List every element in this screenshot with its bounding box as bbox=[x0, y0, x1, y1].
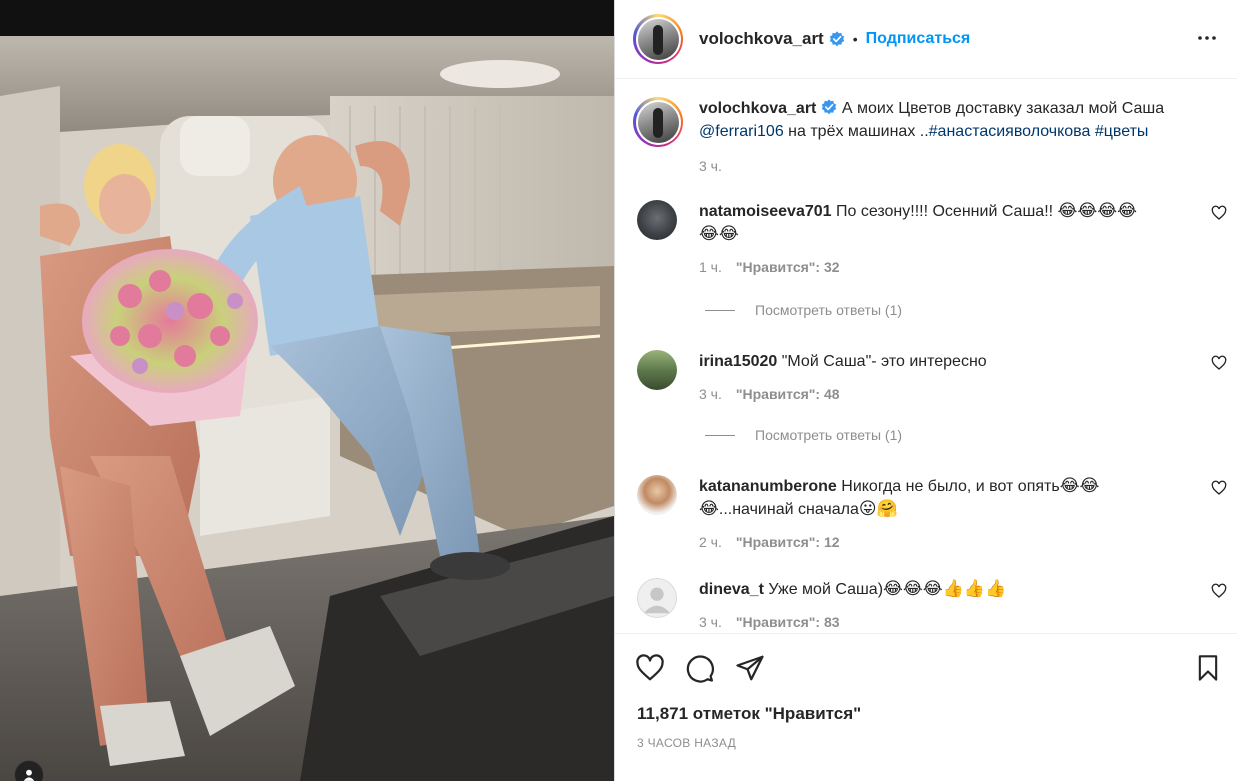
comment-likes[interactable]: "Нравится": 12 bbox=[736, 534, 840, 550]
photo-top-bar bbox=[0, 0, 614, 36]
comment-like-heart-icon[interactable] bbox=[1211, 355, 1227, 371]
commenter-avatar[interactable] bbox=[637, 350, 677, 390]
comment-emoji: 😛🤗 bbox=[858, 499, 898, 519]
caption-avatar[interactable] bbox=[633, 97, 683, 147]
comment-text: Никогда не было, и вот опять bbox=[836, 478, 1060, 495]
commenter-username[interactable]: katananumberone bbox=[699, 478, 837, 495]
author-avatar[interactable] bbox=[633, 14, 683, 64]
post-caption: volochkova_art А моих Цветов доставку за… bbox=[633, 97, 1223, 178]
more-options-icon[interactable] bbox=[1195, 26, 1219, 50]
comment-text-2: ...начинай сначала bbox=[718, 501, 859, 518]
comment-item: katananumberone Никогда не было, и вот о… bbox=[637, 475, 1227, 550]
post-timestamp[interactable]: 3 ЧАСОВ НАЗАД bbox=[637, 736, 736, 750]
comment-emoji: 😂 bbox=[699, 499, 719, 519]
caption-text-2: на трёх машинах .. bbox=[783, 123, 929, 140]
comment-emoji: 😂😂 bbox=[699, 224, 739, 244]
commenter-username[interactable]: irina15020 bbox=[699, 353, 777, 370]
comment-item: natamoiseeva701 По сезону!!!! Осенний Са… bbox=[637, 200, 1227, 275]
comment-item: dineva_t Уже мой Саша)😂😂😂👍👍👍 3 ч. "Нравит… bbox=[637, 578, 1227, 630]
comment-time: 3 ч. bbox=[699, 386, 722, 402]
verified-badge-icon bbox=[822, 99, 837, 115]
verified-badge-icon bbox=[829, 31, 844, 47]
commenter-avatar[interactable] bbox=[637, 475, 677, 515]
comments-list[interactable]: volochkova_art А моих Цветов доставку за… bbox=[615, 80, 1237, 633]
caption-time: 3 ч. bbox=[699, 158, 722, 174]
comment-emoji: 😂😂 bbox=[1059, 476, 1100, 496]
post-photo[interactable] bbox=[0, 0, 614, 781]
heart-icon[interactable] bbox=[635, 653, 665, 683]
comment-text: "Мой Саша"- это интересно bbox=[777, 353, 987, 370]
caption-hashtags-link[interactable]: #анастасияволочкова #цветы bbox=[929, 123, 1149, 140]
separator-dot: • bbox=[852, 31, 858, 47]
comment-likes[interactable]: "Нравится": 83 bbox=[736, 614, 840, 630]
bookmark-icon[interactable] bbox=[1193, 653, 1223, 683]
comment-text: По сезону!!!! Осенний Саша!! bbox=[831, 203, 1058, 220]
likes-count[interactable]: 11,871 отметок "Нравится" bbox=[637, 704, 861, 724]
view-replies-button[interactable]: Посмотреть ответы (1) bbox=[705, 302, 902, 318]
commenter-avatar[interactable] bbox=[637, 200, 677, 240]
comment-emoji: 😂😂😂👍👍👍 bbox=[883, 579, 1007, 599]
comment-likes[interactable]: "Нравится": 32 bbox=[736, 259, 840, 275]
comment-like-heart-icon[interactable] bbox=[1211, 480, 1227, 496]
comment-like-heart-icon[interactable] bbox=[1211, 205, 1227, 221]
post-side-panel: volochkova_art • Подписаться volochkova_… bbox=[614, 0, 1237, 781]
caption-text: А моих Цветов доставку заказал мой Саша bbox=[837, 100, 1165, 117]
comment-time: 3 ч. bbox=[699, 614, 722, 630]
commenter-avatar[interactable] bbox=[637, 578, 677, 618]
comment-time: 1 ч. bbox=[699, 259, 722, 275]
send-icon[interactable] bbox=[735, 653, 765, 683]
caption-username[interactable]: volochkova_art bbox=[699, 100, 816, 117]
post-actions-bar: 11,871 отметок "Нравится" 3 ЧАСОВ НАЗАД bbox=[615, 633, 1237, 781]
post-header: volochkova_art • Подписаться bbox=[615, 0, 1237, 79]
view-replies-button[interactable]: Посмотреть ответы (1) bbox=[705, 427, 902, 443]
caption-mention-link[interactable]: @ferrari106 bbox=[699, 123, 784, 140]
comment-emoji: 😂😂😂😂 bbox=[1057, 201, 1137, 221]
comment-icon[interactable] bbox=[685, 653, 715, 683]
comment-text: Уже мой Саша) bbox=[763, 581, 884, 598]
post-image bbox=[0, 36, 614, 781]
follow-button[interactable]: Подписаться bbox=[866, 30, 971, 48]
author-username[interactable]: volochkova_art bbox=[699, 29, 824, 49]
comment-like-heart-icon[interactable] bbox=[1211, 583, 1227, 599]
comment-likes[interactable]: "Нравится": 48 bbox=[736, 386, 840, 402]
commenter-username[interactable]: dineva_t bbox=[699, 581, 764, 598]
commenter-username[interactable]: natamoiseeva701 bbox=[699, 203, 832, 220]
comment-item: irina15020 "Мой Саша"- это интересно 3 ч… bbox=[637, 350, 1227, 402]
comment-time: 2 ч. bbox=[699, 534, 722, 550]
